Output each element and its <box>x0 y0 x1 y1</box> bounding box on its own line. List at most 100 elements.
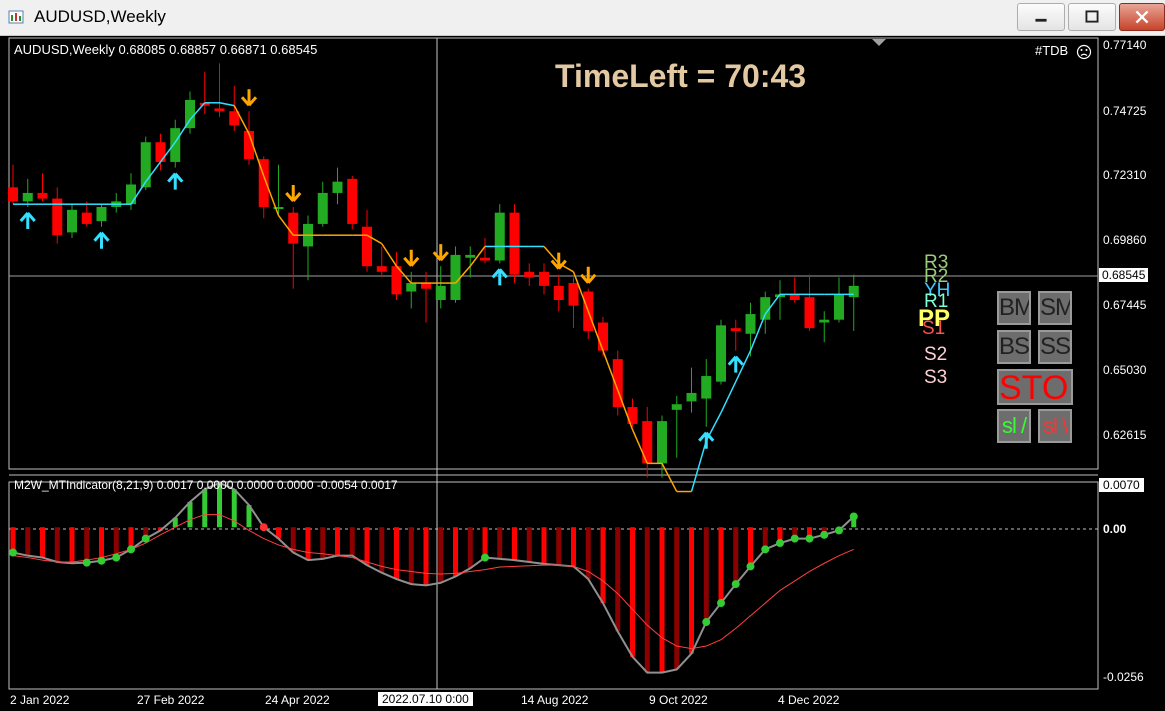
candle-body <box>332 181 343 193</box>
minimize-button[interactable] <box>1017 3 1065 31</box>
candle-body <box>494 212 505 261</box>
time-axis-label: 9 Oct 2022 <box>649 693 708 707</box>
sell-market-button[interactable]: SM <box>1038 291 1072 325</box>
histogram-bar <box>423 527 429 586</box>
up-arrow-icon <box>19 212 36 230</box>
down-arrow-icon <box>285 185 302 203</box>
candle-body <box>539 271 549 286</box>
time-axis-label: 4 Dec 2022 <box>778 693 840 707</box>
indicator-dot <box>820 530 829 539</box>
supertrend-segment <box>690 440 707 492</box>
histogram-bar <box>202 489 208 528</box>
histogram-bar <box>394 527 399 580</box>
price-axis-label: 0.74725 <box>1103 104 1147 118</box>
candle-body <box>435 285 446 300</box>
indicator-dot <box>805 534 814 543</box>
histogram-bar <box>453 527 458 577</box>
stop-button[interactable]: STOP <box>997 369 1073 405</box>
down-arrow-icon <box>432 244 449 262</box>
window-titlebar: AUDUSD,Weekly <box>0 0 1165 36</box>
indicator-bottom-label: -0.0256 <box>1103 670 1144 684</box>
histogram-bar <box>674 527 680 670</box>
candle-body <box>509 212 520 275</box>
candle-body <box>362 226 372 267</box>
indicator-title: M2W_MTIndicator(8,21,9) 0.0017 0.0000 0.… <box>14 478 398 492</box>
chart-shift-marker[interactable] <box>872 39 886 46</box>
candle-body <box>465 254 476 258</box>
candle-body <box>568 283 579 306</box>
candle-body <box>524 271 535 278</box>
indicator-dot <box>82 558 91 567</box>
current-price-badge: 0.68545 <box>1099 268 1149 282</box>
supertrend-segment <box>543 245 560 264</box>
price-axis-label: 0.69860 <box>1103 233 1147 247</box>
indicator-dot <box>731 580 740 589</box>
indicator-dot <box>259 523 268 532</box>
indicator-zero-label: 0.00 <box>1103 522 1127 536</box>
buy-market-button[interactable]: BM <box>997 291 1031 325</box>
maximize-button[interactable] <box>1068 3 1116 31</box>
indicator-dot <box>761 545 770 554</box>
time-axis-label: 2 Jan 2022 <box>10 693 70 707</box>
histogram-group <box>10 483 857 673</box>
candle-body <box>214 108 225 112</box>
sl-up-button[interactable]: sl / <box>997 409 1031 443</box>
chart-canvas[interactable] <box>0 36 1165 711</box>
price-axis-label: 0.62615 <box>1103 428 1147 442</box>
candle-body <box>126 184 136 205</box>
histogram-bar <box>689 527 694 654</box>
pivot-pp: PP <box>918 305 951 332</box>
supertrend-segment <box>381 243 398 267</box>
histogram-bar <box>467 527 473 569</box>
indicator-dot <box>141 534 150 543</box>
histogram-bar <box>408 527 414 585</box>
candle-body <box>716 325 726 382</box>
histogram-bar <box>187 501 193 528</box>
candle-body <box>848 285 859 298</box>
candle-body <box>657 421 667 464</box>
candle-body <box>480 257 490 261</box>
close-button[interactable] <box>1119 3 1165 31</box>
histogram-bar <box>99 527 104 561</box>
candle-body <box>553 285 564 300</box>
supertrend-segment <box>219 102 235 107</box>
histogram-bar <box>659 527 665 673</box>
candle-body <box>730 328 741 331</box>
macd-line <box>12 481 855 674</box>
signal-line <box>12 514 854 650</box>
pivot-s2: S2 <box>924 344 948 365</box>
candle-body <box>406 283 417 292</box>
buy-stop-button[interactable]: BS <box>997 330 1031 364</box>
indicator-dot <box>97 556 106 565</box>
histogram-bar <box>703 527 709 623</box>
histogram-bar <box>556 527 562 566</box>
candle-body <box>745 314 756 334</box>
histogram-bar <box>571 527 576 567</box>
supertrend-group <box>13 102 854 493</box>
histogram-bar <box>40 527 45 558</box>
histogram-bar <box>69 527 75 564</box>
tdb-label: #TDB <box>1035 43 1069 58</box>
indicator-dot <box>790 534 799 543</box>
candle-body <box>67 209 77 233</box>
candle-body <box>819 319 830 323</box>
indicator-dot <box>717 599 725 608</box>
time-axis-label: 14 Aug 2022 <box>521 693 589 707</box>
candle-body <box>701 376 712 399</box>
candle-body <box>421 283 431 289</box>
sell-stop-button[interactable]: SS <box>1038 330 1072 364</box>
histogram-bar <box>305 527 311 561</box>
supertrend-segment <box>661 463 678 492</box>
candle-body <box>155 142 166 162</box>
indicator-dot <box>127 545 135 554</box>
price-axis-label: 0.72310 <box>1103 168 1147 182</box>
window-title: AUDUSD,Weekly <box>34 7 166 26</box>
candle-body <box>376 266 387 272</box>
histogram-bar <box>718 527 724 604</box>
indicator-dot <box>481 553 489 562</box>
chart-app-icon <box>8 10 24 24</box>
histogram-bar <box>364 527 370 566</box>
histogram-bar <box>25 527 31 556</box>
sl-down-button[interactable]: sl \ <box>1038 409 1072 443</box>
histogram-bar <box>512 527 517 561</box>
